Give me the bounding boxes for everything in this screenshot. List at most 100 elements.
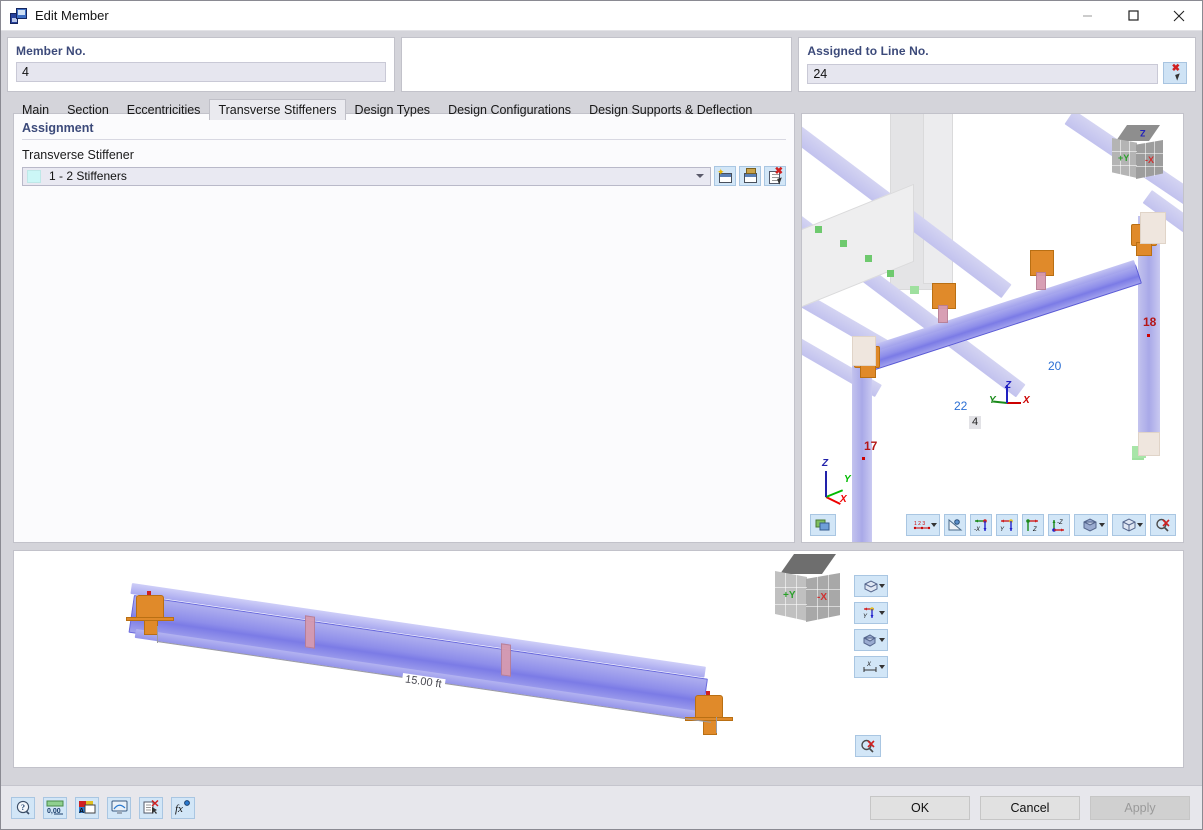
assigned-line-group: Assigned to Line No. 24 ✖ [798, 37, 1196, 92]
view-y-z-icon[interactable]: Z [1022, 514, 1044, 536]
status-bar: ? 0,00 A fx OK Cancel Apply [1, 785, 1202, 829]
support-node-18-base [1136, 242, 1152, 256]
function-fx-icon[interactable]: fx [171, 796, 195, 819]
middle-empty-group [400, 37, 793, 92]
maximize-button[interactable] [1110, 1, 1156, 30]
tab-eccentricities[interactable]: Eccentricities [118, 99, 210, 120]
window-title: Edit Member [35, 8, 109, 23]
structure-3d-canvas[interactable]: 18 17 20 22 4 X Y Z X Y Z Z +Y -X 1 2 3 … [802, 114, 1183, 542]
transverse-stiffener-label: Transverse Stiffener [22, 148, 134, 162]
stiffener-plate-1 [305, 615, 315, 649]
solid-model-icon[interactable] [854, 629, 888, 651]
node-marker-dot [840, 240, 847, 247]
svg-text:-Z: -Z [1057, 520, 1063, 526]
node-dot-start [147, 591, 151, 595]
svg-text:Y: Y [863, 614, 868, 620]
wireframe-cube-icon[interactable] [854, 575, 888, 597]
ok-button[interactable]: OK [870, 795, 970, 820]
assigned-line-label: Assigned to Line No. [807, 44, 929, 58]
dialog-buttons: OK Cancel Apply [870, 795, 1190, 820]
axis-y-label: Y [989, 395, 996, 406]
view-y-icon[interactable]: Y [996, 514, 1018, 536]
help-question-icon[interactable]: ? [11, 796, 35, 819]
svg-text:fx: fx [175, 803, 183, 815]
stiffener-web-22 [938, 305, 948, 323]
edit-window-tool-icon[interactable] [739, 166, 761, 186]
tab-design-configurations[interactable]: Design Configurations [439, 99, 580, 120]
tab-section[interactable]: Section [58, 99, 118, 120]
member-no-label: Member No. [16, 44, 86, 58]
clear-selection-icon[interactable] [139, 796, 163, 819]
label-node-17: 17 [864, 439, 878, 453]
ruler-protractor-icon[interactable] [944, 514, 966, 536]
member-navcube-left-label[interactable]: +Y [783, 590, 796, 601]
member-view-toolbar: Y X [854, 575, 888, 678]
member-zoom-reset-icon[interactable] [855, 735, 881, 757]
navcube-front-label[interactable]: -X [1145, 155, 1154, 165]
content-area: Assignment Transverse Stiffener 1 - 2 St… [7, 113, 1196, 773]
decimal-places-icon[interactable]: 0,00 [43, 796, 67, 819]
chevron-down-icon[interactable] [696, 174, 704, 178]
axis-y-icon[interactable]: Y [854, 602, 888, 624]
svg-text:Z: Z [1032, 527, 1037, 533]
member-detail-viewport[interactable]: 15.00 ft +Y -X Y X [13, 550, 1184, 768]
apply-button: Apply [1090, 795, 1190, 820]
display-monitor-icon[interactable] [107, 796, 131, 819]
label-member-4: 4 [969, 416, 982, 429]
stiffener-color-swatch [27, 169, 41, 183]
member-detail-canvas[interactable]: 15.00 ft +Y -X Y X [14, 551, 1183, 767]
numbering-123-icon[interactable]: 1 2 3 [906, 514, 940, 536]
tab-design-types[interactable]: Design Types [346, 99, 440, 120]
view-minus-x-icon[interactable]: -X [970, 514, 992, 536]
structure-3d-viewport[interactable]: 18 17 20 22 4 X Y Z X Y Z Z +Y -X 1 2 3 … [801, 113, 1184, 543]
svg-text:?: ? [21, 803, 25, 812]
dimension-tick-start [157, 626, 158, 643]
close-button[interactable] [1156, 1, 1202, 30]
tab-bar: Main Section Eccentricities Transverse S… [13, 99, 1202, 120]
stiffener-row: 1 - 2 Stiffeners ✦ ✖ [14, 166, 794, 186]
dimension-x-icon[interactable]: X [854, 656, 888, 678]
assigned-line-input[interactable]: 24 [807, 64, 1158, 84]
tab-transverse-stiffeners[interactable]: Transverse Stiffeners [209, 99, 346, 120]
delete-selection-icon[interactable]: ✖ [764, 166, 786, 186]
navcube-top-label[interactable]: Z [1140, 128, 1146, 138]
navcube-left-label[interactable]: +Y [1118, 153, 1129, 163]
tab-main[interactable]: Main [13, 99, 58, 120]
member-support-start-plate [126, 617, 174, 621]
member-no-group: Member No. 4 [7, 37, 395, 92]
cancel-button[interactable]: Cancel [980, 795, 1080, 820]
tab-design-supports-deflection[interactable]: Design Supports & Deflection [580, 99, 761, 120]
status-icon-group: ? 0,00 A fx [11, 796, 195, 819]
window-controls [1064, 1, 1202, 30]
node-dot-end [706, 691, 710, 695]
label-node-22: 22 [954, 399, 968, 413]
label-node-20: 20 [1048, 359, 1062, 373]
svg-text:A: A [79, 808, 84, 815]
local-axis-triad: X Y Z [989, 380, 1041, 424]
zoom-reset-icon[interactable] [1150, 514, 1176, 536]
member-support-start-base [144, 619, 158, 635]
navigation-cube[interactable]: Z +Y -X [1109, 125, 1167, 181]
select-line-icon[interactable]: ✖ [1163, 62, 1187, 84]
render-shading-icon[interactable] [810, 514, 836, 536]
minimize-button[interactable] [1064, 1, 1110, 30]
svg-text:1 2 3: 1 2 3 [914, 521, 925, 527]
stiffener-web-20 [1036, 272, 1046, 290]
label-node-18: 18 [1143, 315, 1157, 329]
node-marker-dot [887, 270, 894, 277]
assignment-panel: Assignment Transverse Stiffener 1 - 2 St… [13, 113, 795, 543]
support-plate-bottom-right [1138, 432, 1160, 456]
member-navcube-front-label[interactable]: -X [817, 592, 827, 603]
member-navigation-cube[interactable]: +Y -X [771, 554, 845, 626]
node-dot-17 [862, 457, 865, 460]
solid-model-icon[interactable] [1074, 514, 1108, 536]
transverse-stiffener-combo[interactable]: 1 - 2 Stiffeners [22, 166, 711, 186]
member-no-input[interactable]: 4 [16, 62, 386, 82]
wireframe-cube-icon[interactable] [1112, 514, 1146, 536]
units-label-icon[interactable]: A [75, 796, 99, 819]
view-z-iso-icon[interactable]: -Z [1048, 514, 1070, 536]
axis-x-label: X [1023, 395, 1030, 406]
node-marker-dot [815, 226, 822, 233]
axis-z-label: Z [1005, 380, 1012, 391]
new-window-star-icon[interactable]: ✦ [714, 166, 736, 186]
